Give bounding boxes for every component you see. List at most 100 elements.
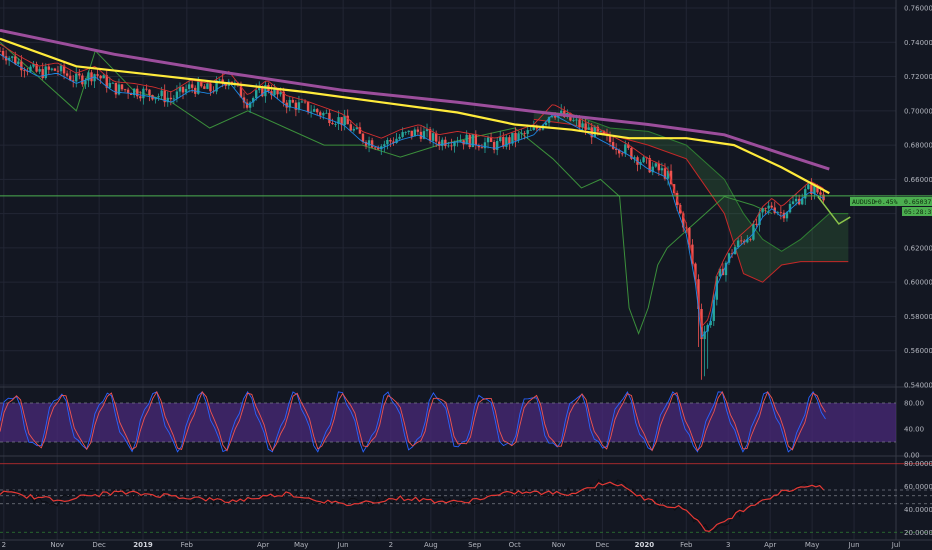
time-tick-label: 3	[726, 541, 730, 549]
price-tick-label: 0.62000	[904, 244, 932, 252]
candle	[184, 88, 188, 93]
candle	[319, 112, 322, 116]
candle	[175, 91, 179, 99]
candle	[398, 136, 401, 139]
candle	[181, 86, 185, 93]
candle	[291, 99, 295, 103]
candle	[819, 192, 822, 195]
candle	[187, 84, 191, 89]
candle	[218, 79, 221, 81]
time-tick-label: Feb	[181, 541, 194, 549]
candle	[791, 201, 795, 204]
time-tick-label: May	[294, 541, 308, 549]
candle	[78, 73, 81, 76]
stoch-tick-label: 40.00	[904, 426, 924, 434]
price-tick-label: 0.74000	[904, 39, 932, 47]
candle	[312, 109, 316, 112]
kijun-line	[0, 43, 824, 328]
timer-tag: 05:28:37	[904, 208, 932, 216]
time-tick-label: Nov	[552, 541, 566, 549]
candle	[169, 97, 173, 100]
candle	[767, 205, 770, 209]
time-tick-label: Oct	[509, 541, 521, 549]
candle	[764, 207, 767, 209]
time-tick-label: Dec	[596, 541, 610, 549]
time-tick-label: 2	[389, 541, 393, 549]
price-tag-value: 0.65037	[904, 198, 931, 206]
candle	[370, 140, 374, 148]
candle	[434, 133, 438, 142]
candle	[611, 142, 615, 149]
candle	[492, 141, 496, 150]
candle	[346, 115, 349, 125]
candle	[599, 130, 603, 132]
candle	[203, 86, 206, 89]
candle	[17, 61, 20, 65]
candle	[529, 129, 532, 131]
candle	[459, 140, 462, 142]
candle	[441, 139, 444, 147]
candle	[157, 96, 160, 98]
candle	[474, 134, 478, 146]
candle	[23, 70, 26, 72]
candle	[47, 66, 51, 70]
candle	[373, 147, 377, 149]
time-tick-label: Apr	[257, 541, 269, 549]
candle	[29, 66, 32, 72]
time-tick-label: Feb	[680, 541, 693, 549]
candle	[514, 132, 517, 141]
price-panel[interactable]	[0, 28, 932, 380]
candle	[621, 153, 624, 155]
time-tick-label: Apr	[764, 541, 776, 549]
trading-chart[interactable]: 0.76000 0.74000 0.72000 0.70000 0.68000 0.660…	[0, 0, 932, 550]
candle	[483, 142, 487, 149]
time-axis[interactable]: 2 Nov Dec 2019 Feb Apr May Jun 2 Aug Sep Oct Nov Dec 2…	[2, 541, 901, 549]
change-tag: +0.45%	[874, 198, 898, 206]
candle	[81, 75, 84, 85]
candle	[749, 239, 752, 241]
stoch-tick-label: 80.00	[904, 400, 924, 408]
price-axis[interactable]: 0.76000 0.74000 0.72000 0.70000 0.68000 0.660…	[904, 5, 932, 537]
candle	[65, 73, 69, 76]
candle	[523, 132, 526, 134]
rsi-panel[interactable]	[0, 463, 932, 533]
price-tick-label: 0.58000	[904, 313, 932, 321]
candle	[584, 123, 587, 130]
rsi-tick-label: 20.0000	[904, 529, 932, 537]
time-tick-label: May	[805, 541, 819, 549]
candle	[334, 124, 337, 125]
candle	[401, 132, 404, 137]
candle	[660, 168, 664, 171]
candle	[447, 145, 450, 147]
candle	[532, 127, 535, 130]
candle	[755, 223, 758, 225]
candle	[471, 134, 474, 148]
candle	[120, 84, 124, 90]
candle	[581, 123, 584, 128]
time-tick-label: Nov	[50, 541, 64, 549]
time-tick-label: Sep	[468, 541, 482, 549]
candle	[450, 145, 453, 147]
candle	[44, 66, 47, 79]
candle	[407, 130, 410, 132]
candle	[740, 240, 743, 242]
candle	[410, 130, 413, 137]
candle	[642, 157, 645, 163]
candle	[209, 83, 212, 92]
candle	[0, 50, 2, 52]
rsi-tick-label: 40.0000	[904, 506, 932, 514]
time-tick-label: Jul	[891, 541, 901, 549]
stochastic-panel[interactable]	[0, 390, 896, 453]
candle	[444, 139, 447, 147]
grid-lines	[0, 0, 932, 541]
candle	[578, 119, 581, 128]
candle	[139, 96, 142, 99]
rsi-tick-label: 60.0000	[904, 483, 932, 491]
time-tick-label: Dec	[92, 541, 106, 549]
candle	[349, 124, 352, 131]
candle	[383, 144, 386, 147]
candle	[303, 101, 307, 103]
candle	[50, 68, 54, 70]
candle	[300, 101, 304, 103]
price-tick-label: 0.66000	[904, 176, 932, 184]
